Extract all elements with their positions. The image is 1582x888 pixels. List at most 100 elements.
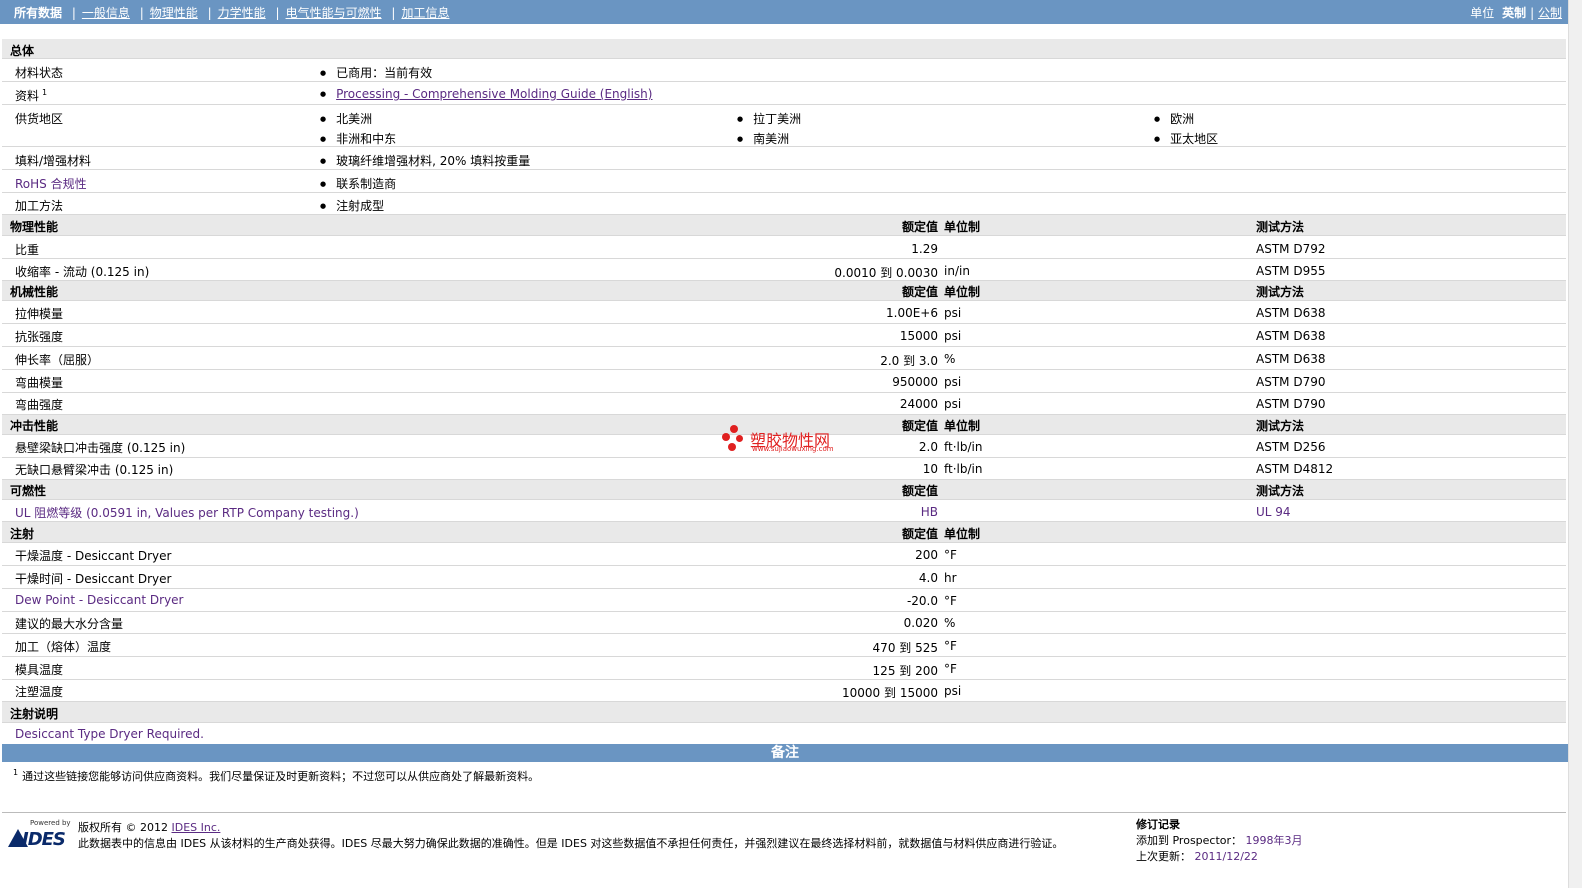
property-value: 0.020 xyxy=(903,616,938,630)
property-row: 干燥温度 - Desiccant Dryer 200 °F xyxy=(2,543,1566,566)
status-value: 已商用：当前有效 xyxy=(320,64,432,81)
property-label: 收缩率 - 流动 (0.125 in) xyxy=(15,265,150,279)
property-row: 拉伸模量 1.00E+6 psi ASTM D638 xyxy=(2,301,1566,324)
vertical-scrollbar[interactable] xyxy=(1568,0,1582,888)
property-value: 10000 到 15000 xyxy=(842,686,938,700)
impact-header: 冲击性能 xyxy=(10,419,59,433)
filler-row: 填料/增强材料 玻璃纤维增强材料, 20% 填料按重量 xyxy=(2,147,1566,170)
notes-header: 注射说明 xyxy=(10,707,59,721)
property-label[interactable]: Dew Point - Desiccant Dryer xyxy=(15,593,183,607)
property-unit: in/in xyxy=(944,264,970,278)
docs-label: 资料 xyxy=(15,89,40,103)
property-label: 建议的最大水分含量 xyxy=(15,617,124,631)
rohs-label[interactable]: RoHS 合规性 xyxy=(15,175,87,192)
rohs-value: 联系制造商 xyxy=(320,175,396,192)
property-label: 无缺口悬臂梁冲击 (0.125 in) xyxy=(15,463,174,477)
property-row: 收缩率 - 流动 (0.125 in) 0.0010 到 0.0030 in/i… xyxy=(2,259,1566,281)
property-label: 注塑温度 xyxy=(15,685,64,699)
region-item: 南美洲 xyxy=(737,130,789,147)
property-unit: % xyxy=(944,616,956,630)
property-value: 470 到 525 xyxy=(872,641,938,655)
copyright-text: 版权所有 © 2012 xyxy=(78,821,172,834)
section-tabs: 所有数据 | 一般信息 | 物理性能 | 力学性能 | 电气性能与可燃性 | 加工信息 xyxy=(14,6,450,20)
property-value: 950000 xyxy=(892,375,938,389)
property-value: 1.29 xyxy=(911,242,938,256)
physical-header-row: 物理性能 额定值 单位制 测试方法 xyxy=(2,215,1566,236)
added-label: 添加到 Prospector： xyxy=(1136,834,1243,847)
footer: Powered by IDES 版权所有 © 2012 IDES Inc. 此数… xyxy=(2,812,1566,875)
powered-by-text: Powered by xyxy=(30,819,71,827)
property-unit: % xyxy=(944,352,956,366)
tab-all-data[interactable]: 所有数据 xyxy=(14,6,62,20)
property-unit: °F xyxy=(944,594,957,608)
units-imperial: 英制 xyxy=(1502,6,1527,20)
region-item: 拉丁美洲 xyxy=(737,110,801,127)
property-label: 悬壁梁缺口冲击强度 (0.125 in) xyxy=(15,441,186,455)
remarks-header: 备注 xyxy=(2,744,1568,762)
ides-logo[interactable]: Powered by IDES xyxy=(8,819,72,855)
property-row: 模具温度 125 到 200 °F xyxy=(2,657,1566,680)
property-row: 弯曲强度 24000 psi ASTM D790 xyxy=(2,393,1566,415)
property-unit: °F xyxy=(944,662,957,676)
property-value: 4.0 xyxy=(918,571,938,585)
property-label: 模具温度 xyxy=(15,663,64,677)
property-method: ASTM D955 xyxy=(1256,264,1326,278)
property-row: UL 阻燃等级 (0.0591 in, Values per RTP Compa… xyxy=(2,500,1566,522)
disclaimer: 此数据表中的信息由 IDES 从该材料的生产商处获得。IDES 尽最大努力确保此… xyxy=(78,837,1064,850)
nominal-col-header: 额定值 xyxy=(901,419,938,433)
process-value: 注射成型 xyxy=(320,197,384,214)
injection-header: 注射 xyxy=(10,527,35,541)
region-item: 北美洲 xyxy=(320,110,372,127)
property-row: 伸长率（屈服） 2.0 到 3.0 % ASTM D638 xyxy=(2,347,1566,370)
ides-company-link[interactable]: IDES Inc. xyxy=(171,821,220,834)
property-label: 弯曲模量 xyxy=(15,376,64,390)
unit-col-header: 单位制 xyxy=(944,419,981,433)
injection-header-row: 注射 额定值 单位制 xyxy=(2,522,1566,543)
top-nav-bar: 所有数据 | 一般信息 | 物理性能 | 力学性能 | 电气性能与可燃性 | 加工信息 单… xyxy=(0,0,1568,24)
property-method: ASTM D638 xyxy=(1256,306,1326,320)
process-row: 加工方法 注射成型 xyxy=(2,193,1566,215)
mechanical-header: 机械性能 xyxy=(10,285,59,299)
docs-footnote-mark: 1 xyxy=(42,88,48,97)
property-row: 注塑温度 10000 到 15000 psi xyxy=(2,680,1566,702)
processing-guide-link[interactable]: Processing - Comprehensive Molding Guide… xyxy=(336,87,652,101)
footnote: 1 通过这些链接您能够访问供应商资料。我们尽量保证及时更新资料；不过您可以从供应商… xyxy=(13,768,539,784)
rohs-row: RoHS 合规性 联系制造商 xyxy=(2,170,1566,193)
property-method[interactable]: UL 94 xyxy=(1256,505,1291,519)
unit-col-header: 单位制 xyxy=(944,285,981,299)
property-label: 干燥时间 - Desiccant Dryer xyxy=(15,572,172,586)
unit-col-header: 单位制 xyxy=(944,527,981,541)
method-col-header: 测试方法 xyxy=(1256,220,1305,234)
flammability-header-row: 可燃性 额定值 测试方法 xyxy=(2,480,1566,500)
property-unit: psi xyxy=(944,397,962,411)
tab-electrical-flammability[interactable]: 电气性能与可燃性 xyxy=(286,6,382,20)
revision-title: 修订记录 xyxy=(1136,818,1180,831)
property-method: ASTM D256 xyxy=(1256,440,1326,454)
ides-logo-text: IDES xyxy=(22,829,66,850)
property-label: 伸长率（屈服） xyxy=(15,353,100,367)
property-method: ASTM D790 xyxy=(1256,375,1326,389)
property-row: 比重 1.29 ASTM D792 xyxy=(2,236,1566,259)
watermark-url: www.sujiaowuxing.com xyxy=(752,445,834,453)
revision-history: 修订记录 添加到 Prospector： 1998年3月 上次更新： 2011/… xyxy=(1136,817,1303,865)
property-method: ASTM D638 xyxy=(1256,352,1326,366)
tab-general-info[interactable]: 一般信息 xyxy=(82,6,130,20)
property-value: 1.00E+6 xyxy=(886,306,938,320)
property-unit: ft·lb/in xyxy=(944,462,983,476)
regions-row: 供货地区 北美洲 拉丁美洲 欧洲 非洲和中东 南美洲 亚太地区 xyxy=(2,105,1566,147)
units-metric-link[interactable]: 公制 xyxy=(1538,6,1562,20)
tab-mechanical[interactable]: 力学性能 xyxy=(218,6,266,20)
status-row: 材料状态 已商用：当前有效 xyxy=(2,59,1566,82)
notes-text: Desiccant Type Dryer Required. xyxy=(15,727,204,741)
method-col-header: 测试方法 xyxy=(1256,484,1305,498)
mechanical-header-row: 机械性能 额定值 单位制 测试方法 xyxy=(2,281,1566,301)
property-row: 弯曲模量 950000 psi ASTM D790 xyxy=(2,370,1566,393)
property-unit: psi xyxy=(944,329,962,343)
property-label[interactable]: UL 阻燃等级 (0.0591 in, Values per RTP Compa… xyxy=(15,504,359,521)
method-col-header: 测试方法 xyxy=(1256,285,1305,299)
property-row: 抗张强度 15000 psi ASTM D638 xyxy=(2,324,1566,347)
property-value: 0.0010 到 0.0030 xyxy=(834,266,938,280)
tab-physical[interactable]: 物理性能 xyxy=(150,6,198,20)
tab-processing[interactable]: 加工信息 xyxy=(401,6,449,20)
property-unit: psi xyxy=(944,306,962,320)
